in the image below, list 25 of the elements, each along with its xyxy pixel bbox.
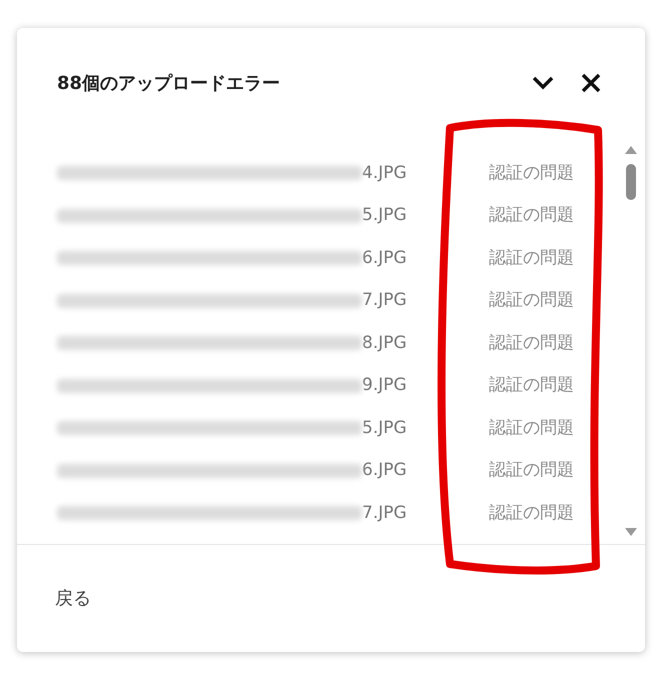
file-name: 8.JPG [362,332,408,354]
error-status: 認証の問題 [489,204,574,227]
file-name: 9.JPG [362,374,408,397]
error-status: 認証の問題 [489,162,574,184]
back-button[interactable]: 戻る [55,585,91,612]
file-name: 7.JPG [362,289,408,312]
scroll-up-icon [625,146,637,154]
close-icon [581,73,601,93]
file-name: 6.JPG [362,246,408,270]
chevron-down-icon [532,76,554,90]
error-status: 認証の問題 [489,289,574,312]
error-status: 認証の問題 [489,332,574,354]
scroll-thumb[interactable] [626,164,636,200]
file-name: 4.JPG [362,162,408,184]
error-status: 認証の問題 [489,374,574,397]
dialog-title: 88個のアップロードエラー [57,72,282,96]
error-status: 認証の問題 [489,416,574,440]
error-status: 認証の問題 [489,502,574,524]
error-status: 認証の問題 [489,459,574,482]
file-name: 5.JPG [362,416,408,440]
scroll-down-icon [625,528,637,536]
file-name: 7.JPG [362,502,408,524]
error-status: 認証の問題 [489,246,574,270]
file-name: 6.JPG [362,459,408,482]
file-name: 5.JPG [362,204,408,227]
